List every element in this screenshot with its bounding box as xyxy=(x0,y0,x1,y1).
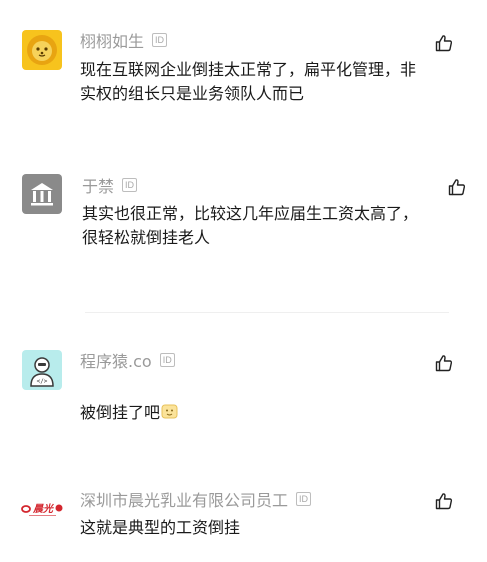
comment-item: 于禁 ID 其实也很正常，比较这几年应届生工资太高了， 很轻松就倒挂老人 xyxy=(0,140,487,310)
user-avatar[interactable] xyxy=(22,30,62,70)
username-row: 程序猿.co ID xyxy=(80,349,175,371)
username[interactable]: 栩栩如生 xyxy=(80,28,144,52)
id-badge: ID xyxy=(159,353,175,367)
id-badge: ID xyxy=(152,33,168,47)
user-avatar[interactable]: </> xyxy=(22,350,62,390)
username[interactable]: 程序猿.co xyxy=(80,348,152,372)
divider xyxy=(85,312,449,313)
company-logo: 晨光 xyxy=(21,503,63,516)
username-row: 栩栩如生 ID xyxy=(80,28,168,52)
comment-item: 晨光 深圳市晨光乳业有限公司员工 ID 这就是典型的工资倒挂 xyxy=(0,470,487,562)
user-avatar[interactable] xyxy=(22,174,62,214)
thumbs-up-icon[interactable] xyxy=(435,34,453,52)
comment-text: 现在互联网企业倒挂太正常了，扁平化管理，非 实权的组长只是业务领队人而已 xyxy=(80,60,417,103)
thumbs-up-icon[interactable] xyxy=(448,178,466,196)
comment-text: 这就是典型的工资倒挂 xyxy=(80,518,241,537)
comment-item: </> 程序猿.co ID 被倒挂了吧 xyxy=(0,330,487,470)
svg-text:</>: </> xyxy=(37,378,48,385)
username-row: 于禁 ID xyxy=(82,173,138,197)
lion-icon xyxy=(27,35,57,65)
comment-item: 栩栩如生 ID 现在互联网企业倒挂太正常了，扁平化管理，非 实权的组长只是业务领… xyxy=(0,0,487,140)
comment-text: 被倒挂了吧 xyxy=(80,377,178,425)
username[interactable]: 深圳市晨光乳业有限公司员工 xyxy=(80,487,288,511)
id-badge: ID xyxy=(122,178,138,192)
username[interactable]: 于禁 xyxy=(82,173,114,197)
user-avatar[interactable]: 晨光 xyxy=(20,488,64,528)
smile-emoji xyxy=(161,404,178,419)
programmer-icon: </> xyxy=(30,357,54,387)
comment-text-content: 被倒挂了吧 xyxy=(80,403,161,422)
comment-text: 其实也很正常，比较这几年应届生工资太高了， 很轻松就倒挂老人 xyxy=(82,204,419,247)
thumbs-up-icon[interactable] xyxy=(435,492,453,510)
bank-icon xyxy=(31,183,53,206)
svg-text:晨光: 晨光 xyxy=(32,503,54,515)
id-badge: ID xyxy=(296,492,312,506)
username-row: 深圳市晨光乳业有限公司员工 ID xyxy=(80,487,312,511)
thumbs-up-icon[interactable] xyxy=(435,354,453,372)
